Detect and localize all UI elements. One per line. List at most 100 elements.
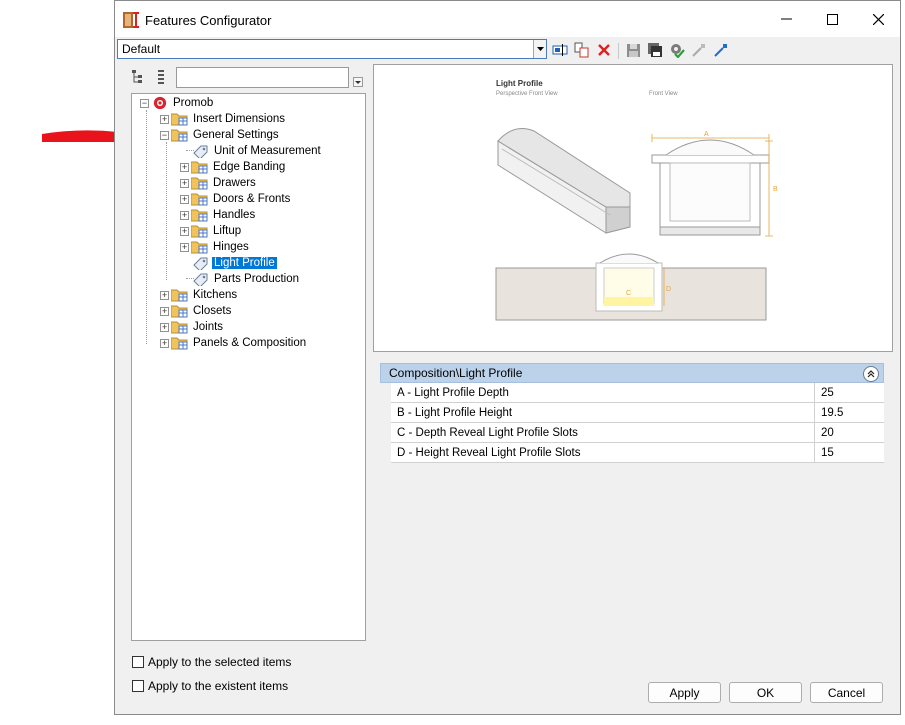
tree-item-unit-of-measurement[interactable]: Unit of Measurement (192, 143, 323, 159)
tree-connector (146, 110, 147, 344)
selected-tree-label: Light Profile (212, 257, 277, 269)
dimension-label-a: A (704, 131, 709, 138)
perspective-view (497, 128, 631, 234)
delete-button[interactable] (595, 41, 613, 59)
property-row[interactable]: B - Light Profile Height 19.5 (391, 403, 884, 423)
tree-item-general-settings[interactable]: − General Settings (160, 127, 281, 143)
rename-button[interactable] (551, 41, 569, 59)
minimize-button[interactable] (763, 1, 809, 37)
delete-icon (598, 44, 610, 56)
expand-toggle[interactable]: + (180, 226, 189, 236)
save-as-icon (648, 43, 662, 57)
tree-collapse-all-icon[interactable] (155, 69, 167, 85)
configuration-dropdown-arrow[interactable] (533, 40, 546, 58)
property-name: A - Light Profile Depth (391, 383, 815, 402)
dimension-label-c: C (626, 290, 631, 297)
property-row[interactable]: C - Depth Reveal Light Profile Slots 20 (391, 423, 884, 443)
close-button[interactable] (855, 1, 901, 37)
property-name: B - Light Profile Height (391, 403, 815, 422)
maximize-button[interactable] (809, 1, 855, 37)
feature-tree[interactable]: − Promob + Insert Dimensions − General S… (131, 93, 366, 641)
collapse-toggle[interactable]: − (160, 130, 169, 140)
cancel-button[interactable]: Cancel (810, 682, 883, 703)
folder-grid-icon (191, 193, 208, 206)
configuration-dropdown[interactable]: Default (117, 39, 547, 59)
toolbar-separator (618, 43, 619, 59)
folder-grid-icon (191, 225, 208, 238)
tree-connector (166, 142, 167, 280)
import-button[interactable] (712, 41, 730, 59)
tree-item-kitchens[interactable]: + Kitchens (160, 287, 239, 303)
save-as-button[interactable] (646, 41, 664, 59)
folder-grid-icon (191, 161, 208, 174)
toolbar: Default (115, 37, 900, 63)
apply-selected-option[interactable]: Apply to the selected items (132, 655, 291, 669)
expand-toggle[interactable]: + (180, 194, 189, 204)
tree-item-panels-composition[interactable]: + Panels & Composition (160, 335, 308, 351)
property-group-header[interactable]: Composition\Light Profile (380, 363, 884, 383)
expand-toggle[interactable]: + (180, 210, 189, 220)
property-value[interactable]: 20 (815, 427, 834, 439)
app-icon (123, 12, 139, 28)
tree-root-promob[interactable]: − Promob (140, 95, 215, 111)
property-row[interactable]: A - Light Profile Depth 25 (391, 383, 884, 403)
apply-button[interactable]: Apply (648, 682, 721, 703)
export-button[interactable] (690, 41, 708, 59)
property-value[interactable]: 19.5 (815, 407, 843, 419)
folder-grid-icon (191, 241, 208, 254)
tree-item-light-profile[interactable]: Light Profile (192, 255, 277, 271)
tag-icon (193, 273, 208, 286)
expand-toggle[interactable]: + (180, 162, 189, 172)
apply-selected-checkbox[interactable] (132, 656, 144, 668)
tree-item-parts-production[interactable]: Parts Production (192, 271, 301, 287)
collapse-group-button[interactable] (863, 366, 879, 382)
tree-search-dropdown-icon[interactable] (353, 77, 363, 87)
expand-toggle[interactable]: + (160, 306, 169, 316)
tree-item-insert-dimensions[interactable]: + Insert Dimensions (160, 111, 287, 127)
tree-search-input[interactable] (176, 67, 349, 88)
export-icon (692, 44, 705, 57)
property-value[interactable]: 25 (815, 387, 834, 399)
expand-toggle[interactable]: + (160, 322, 169, 332)
tree-item-doors-fronts[interactable]: + Doors & Fronts (180, 191, 292, 207)
tree-item-hinges[interactable]: + Hinges (180, 239, 251, 255)
rename-icon (552, 44, 568, 56)
validate-button[interactable] (668, 41, 686, 59)
front-view: A B (651, 131, 778, 237)
tree-item-drawers[interactable]: + Drawers (180, 175, 258, 191)
minimize-icon (780, 18, 792, 20)
folder-grid-icon (171, 337, 188, 350)
copy-button[interactable] (573, 41, 591, 59)
close-icon (872, 13, 884, 25)
promob-logo-icon (153, 96, 167, 110)
tree-item-closets[interactable]: + Closets (160, 303, 233, 319)
tree-expand-all-icon[interactable] (131, 69, 147, 85)
tree-item-edge-banding[interactable]: + Edge Banding (180, 159, 287, 175)
save-button[interactable] (624, 41, 642, 59)
property-name: D - Height Reveal Light Profile Slots (391, 443, 815, 462)
property-grid: Composition\Light Profile A - Light Prof… (380, 363, 884, 463)
property-value[interactable]: 15 (815, 447, 834, 459)
tree-item-joints[interactable]: + Joints (160, 319, 225, 335)
collapse-toggle[interactable]: − (140, 98, 149, 108)
maximize-icon (826, 13, 838, 25)
copy-icon (574, 42, 589, 58)
double-chevron-up-icon (867, 370, 875, 378)
tag-icon (193, 145, 208, 158)
preview-subtitle-front: Front View (649, 91, 678, 97)
ok-button[interactable]: OK (729, 682, 802, 703)
property-row[interactable]: D - Height Reveal Light Profile Slots 15 (391, 443, 884, 463)
apply-existent-option[interactable]: Apply to the existent items (132, 679, 288, 693)
expand-toggle[interactable]: + (160, 338, 169, 348)
tree-item-handles[interactable]: + Handles (180, 207, 257, 223)
expand-toggle[interactable]: + (180, 178, 189, 188)
expand-toggle[interactable]: + (160, 114, 169, 124)
expand-toggle[interactable]: + (160, 290, 169, 300)
preview-panel: Light Profile Perspective Front View Fro… (373, 64, 893, 352)
save-icon (626, 43, 640, 57)
expand-toggle[interactable]: + (180, 242, 189, 252)
tree-item-liftup[interactable]: + Liftup (180, 223, 243, 239)
title-bar: Features Configurator (115, 1, 900, 37)
import-icon (714, 44, 727, 57)
apply-existent-checkbox[interactable] (132, 680, 144, 692)
